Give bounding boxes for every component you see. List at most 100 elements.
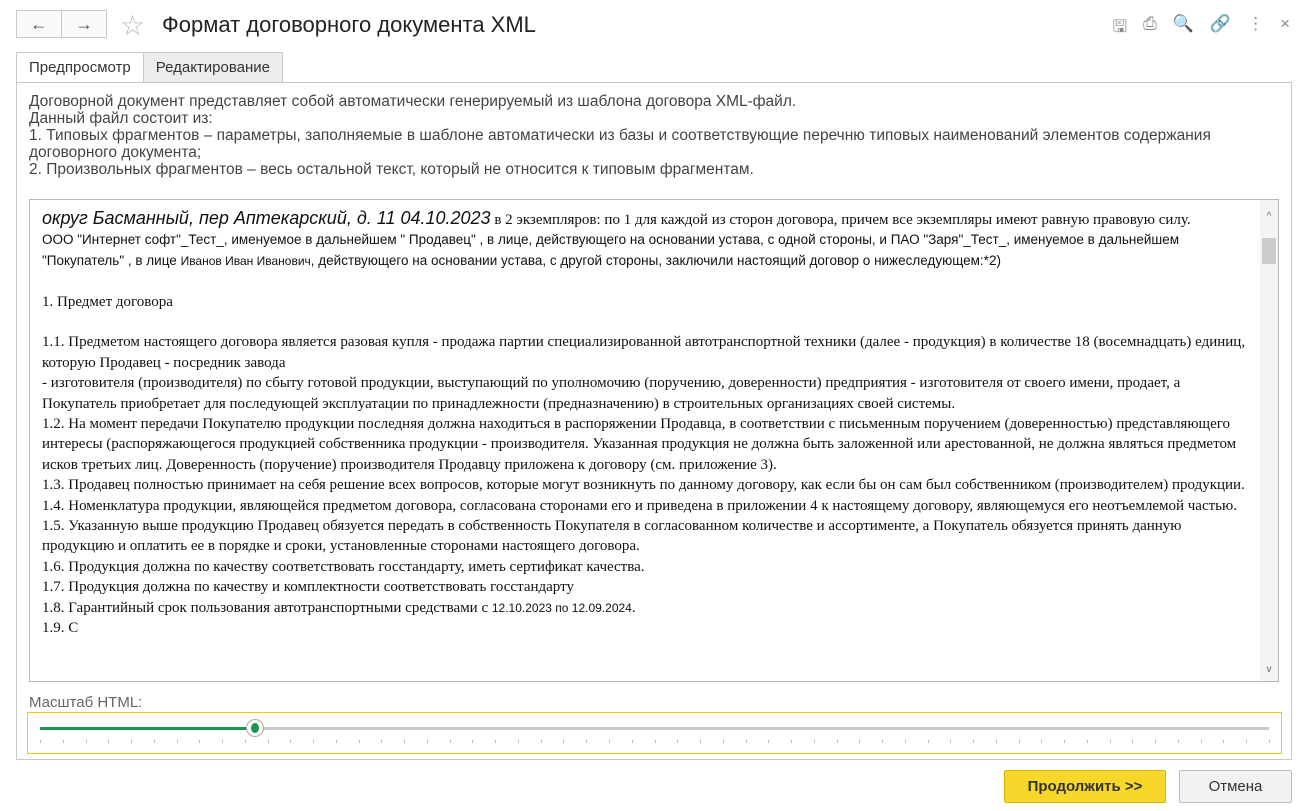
- slider-tick: [1177, 740, 1179, 743]
- html-document-view[interactable]: округ Басманный, пер Аптекарский, д. 11 …: [29, 199, 1279, 682]
- slider-tick: [222, 740, 224, 743]
- back-button[interactable]: ←: [16, 10, 62, 38]
- continue-button[interactable]: Продолжить >>: [1004, 770, 1166, 803]
- doc-paragraph: 1.8. Гарантийный срок пользования автотр…: [42, 598, 1252, 618]
- preview-icon[interactable]: 🔍: [1173, 14, 1194, 43]
- slider-tick: [404, 740, 406, 743]
- slider-tick: [859, 740, 861, 743]
- slider-tick: [1223, 740, 1225, 743]
- slider-tick: [85, 740, 87, 743]
- warranty-to: 12.09.2024: [571, 600, 632, 615]
- slider-tick: [700, 740, 702, 743]
- slider-tick: [244, 740, 246, 743]
- slider-tick: [836, 740, 838, 743]
- more-icon[interactable]: ⋮: [1247, 14, 1264, 43]
- intro-line: Данный файл состоит из:: [29, 110, 213, 127]
- print-icon[interactable]: ⎙: [1143, 14, 1157, 43]
- arrow-left-icon: ←: [30, 13, 48, 34]
- slider-tick: [904, 740, 906, 743]
- slider-tick: [791, 740, 793, 743]
- slider-tick: [62, 740, 64, 743]
- doc-paragraph: 1.1. Предметом настоящего договора являе…: [42, 334, 1246, 371]
- doc-paragraph: 1.6. Продукция должна по качеству соотве…: [42, 558, 645, 575]
- slider-tick: [290, 740, 292, 743]
- doc-paragraph: - изготовителя (производителя) по сбыту …: [42, 375, 1181, 412]
- slider-fill: [40, 727, 256, 730]
- slider-track[interactable]: [40, 719, 1269, 737]
- slider-tick: [335, 740, 337, 743]
- forward-button[interactable]: →: [61, 10, 107, 38]
- slider-tick: [495, 740, 497, 743]
- slider-tick: [586, 740, 588, 743]
- vertical-scrollbar[interactable]: ^ v: [1260, 200, 1278, 681]
- slider-tick: [1018, 740, 1020, 743]
- slider-tick: [381, 740, 383, 743]
- scale-slider[interactable]: [27, 712, 1282, 754]
- slider-tick: [1200, 740, 1202, 743]
- p18-text: 1.8. Гарантийный срок пользования автотр…: [42, 599, 492, 616]
- doc-paragraph: 1.4. Номенклатура продукции, являющейся …: [42, 497, 1237, 514]
- slider-tick: [449, 740, 451, 743]
- doc-header-address: округ Басманный, пер Аптекарский, д. 11 …: [42, 208, 491, 228]
- intro-line: 2. Произвольных фрагментов – весь осталь…: [29, 161, 754, 178]
- slider-tick: [199, 740, 201, 743]
- slider-tick: [517, 740, 519, 743]
- doc-paragraph: 1.3. Продавец полностью принимает на себ…: [42, 477, 1245, 494]
- favorite-star-icon[interactable]: ☆: [120, 9, 145, 42]
- parties-text: , действующего на основании устава, с др…: [310, 252, 1001, 268]
- link-icon[interactable]: 🔗: [1210, 14, 1231, 43]
- slider-tick: [973, 740, 975, 743]
- close-icon[interactable]: ×: [1280, 14, 1290, 43]
- doc-paragraph: 1.7. Продукция должна по качеству и комп…: [42, 579, 574, 596]
- slider-tick: [313, 740, 315, 743]
- warranty-from: 12.10.2023: [491, 600, 552, 615]
- p18-text: .: [631, 599, 636, 616]
- tab-edit[interactable]: Редактирование: [142, 52, 283, 83]
- slider-thumb[interactable]: [246, 719, 265, 737]
- preview-panel: Договорной документ представляет собой а…: [16, 82, 1292, 760]
- chevron-up-icon[interactable]: ^: [1260, 208, 1278, 226]
- slider-tick: [677, 740, 679, 743]
- intro-line: Договорной документ представляет собой а…: [29, 93, 797, 110]
- slider-tick: [882, 740, 884, 743]
- slider-tick: [1041, 740, 1043, 743]
- doc-header-text: в 2 экземпляров: по 1 для каждой из стор…: [490, 212, 1191, 228]
- slider-tick: [176, 740, 178, 743]
- slider-tick: [654, 740, 656, 743]
- slider-tick: [1269, 740, 1270, 743]
- arrow-right-icon: →: [75, 13, 93, 34]
- title-bar: ← → ☆ Формат договорного документа XML 🖫…: [0, 0, 1304, 50]
- cancel-button[interactable]: Отмена: [1179, 770, 1292, 803]
- slider-ticks: [40, 740, 1270, 744]
- slider-tick: [995, 740, 997, 743]
- slider-tick: [631, 740, 633, 743]
- slider-tick: [950, 740, 952, 743]
- scrollbar-thumb[interactable]: [1262, 238, 1276, 264]
- doc-paragraph: 1.2. На момент передачи Покупателю проду…: [42, 416, 1237, 473]
- slider-tick: [927, 740, 929, 743]
- p18-text: по: [551, 600, 572, 615]
- doc-paragraph: 1.9. С: [42, 620, 79, 637]
- slider-tick: [358, 740, 360, 743]
- window-title: Формат договорного документа XML: [162, 12, 536, 37]
- save-icon[interactable]: 🖫: [1113, 14, 1127, 43]
- slider-tick: [1155, 740, 1157, 743]
- slider-tick: [1086, 740, 1088, 743]
- slider-tick: [813, 740, 815, 743]
- slider-tick: [472, 740, 474, 743]
- doc-parties: ООО "Интернет софт"_Тест_, именуемое в д…: [42, 230, 1252, 271]
- slider-tick: [1246, 740, 1248, 743]
- slider-tick: [722, 740, 724, 743]
- scale-label: Масштаб HTML:: [29, 694, 143, 711]
- slider-tick: [131, 740, 133, 743]
- slider-tick: [267, 740, 269, 743]
- buyer-rep-name: Иванов Иван Иванович: [180, 253, 311, 268]
- tab-preview[interactable]: Предпросмотр: [16, 52, 144, 83]
- slider-tick: [608, 740, 610, 743]
- slider-tick: [1132, 740, 1134, 743]
- doc-paragraph: 1.5. Указанную выше продукцию Продавец о…: [42, 518, 1182, 555]
- chevron-down-icon[interactable]: v: [1260, 661, 1278, 679]
- section-heading: 1. Предмет договора: [42, 293, 173, 310]
- slider-tick: [1064, 740, 1066, 743]
- slider-tick: [563, 740, 565, 743]
